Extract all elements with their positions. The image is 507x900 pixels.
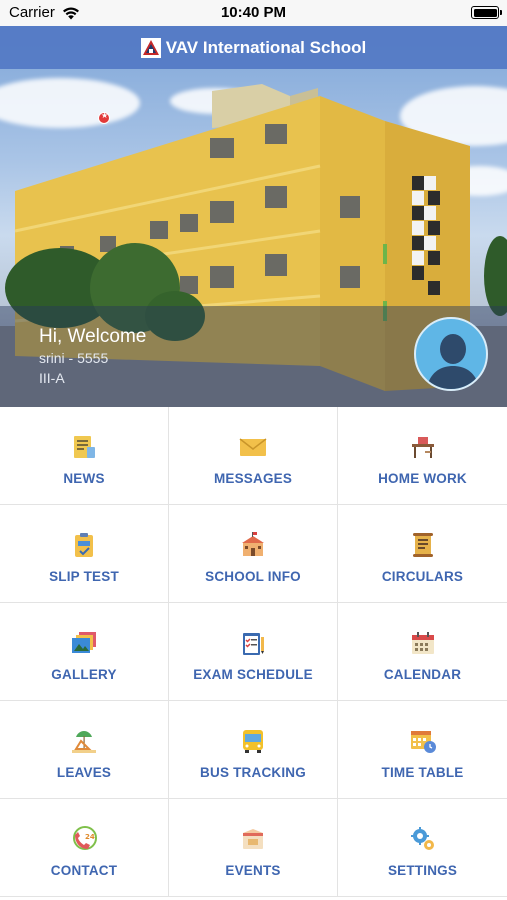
menu-label: CONTACT bbox=[50, 863, 118, 878]
battery-icon bbox=[471, 6, 502, 19]
menu-circulars[interactable]: CIRCULARS bbox=[338, 505, 507, 603]
status-bar: Carrier 10:40 PM bbox=[0, 0, 507, 26]
calendar-icon bbox=[411, 632, 434, 654]
menu-label: NEWS bbox=[63, 471, 105, 486]
student-class: III-A bbox=[39, 370, 65, 386]
menu-label: SLIP TEST bbox=[49, 569, 119, 584]
avatar[interactable] bbox=[414, 317, 488, 391]
menu-settings[interactable]: SETTINGS bbox=[338, 799, 507, 897]
menu-label: CIRCULARS bbox=[381, 569, 464, 584]
school-building-icon bbox=[242, 532, 264, 556]
app-header: VAV International School bbox=[0, 26, 507, 69]
menu-label: HOME WORK bbox=[378, 471, 467, 486]
calendar-event-icon bbox=[243, 829, 263, 849]
menu-messages[interactable]: MESSAGES bbox=[169, 407, 338, 505]
menu-contact[interactable]: 24 CONTACT bbox=[0, 799, 169, 897]
menu-label: LEAVES bbox=[56, 765, 112, 780]
menu-leaves[interactable]: LEAVES bbox=[0, 701, 169, 799]
menu-gallery[interactable]: GALLERY bbox=[0, 603, 169, 701]
phone-24-icon: 24 bbox=[73, 826, 97, 850]
app-title: VAV International School bbox=[165, 37, 367, 57]
checklist-icon bbox=[243, 633, 264, 655]
menu-slip-test[interactable]: SLIP TEST bbox=[0, 505, 169, 603]
timetable-clock-icon bbox=[410, 731, 436, 753]
scroll-icon bbox=[412, 533, 433, 557]
menu-grid: NEWS MESSAGES HOME WORK SLIP TEST SCHOOL… bbox=[0, 407, 507, 897]
envelope-icon bbox=[239, 438, 267, 456]
menu-news[interactable]: NEWS bbox=[0, 407, 169, 505]
notification-badge bbox=[98, 111, 110, 124]
news-icon bbox=[74, 436, 95, 458]
student-id: srini - 5555 bbox=[39, 350, 109, 366]
menu-calendar[interactable]: CALENDAR bbox=[338, 603, 507, 701]
menu-school-info[interactable]: SCHOOL INFO bbox=[169, 505, 338, 603]
menu-label: SCHOOL INFO bbox=[205, 569, 301, 584]
welcome-greeting: Hi, Welcome bbox=[39, 326, 147, 347]
menu-label: TIME TABLE bbox=[381, 765, 464, 780]
menu-home-work[interactable]: HOME WORK bbox=[338, 407, 507, 505]
menu-label: EXAM SCHEDULE bbox=[193, 667, 313, 682]
bus-icon bbox=[243, 730, 263, 753]
menu-label: BUS TRACKING bbox=[200, 765, 306, 780]
beach-chair-icon bbox=[72, 731, 96, 753]
menu-label: CALENDAR bbox=[383, 667, 462, 682]
clipboard-pass-icon bbox=[75, 533, 93, 557]
menu-time-table[interactable]: TIME TABLE bbox=[338, 701, 507, 799]
gears-icon bbox=[410, 827, 434, 850]
menu-events[interactable]: EVENTS bbox=[169, 799, 338, 897]
school-logo bbox=[140, 37, 161, 58]
desk-icon bbox=[411, 437, 434, 458]
menu-label: SETTINGS bbox=[387, 863, 458, 878]
menu-bus-tracking[interactable]: BUS TRACKING bbox=[169, 701, 338, 799]
svg-text:24: 24 bbox=[85, 833, 95, 841]
menu-label: GALLERY bbox=[51, 667, 117, 682]
menu-label: MESSAGES bbox=[213, 471, 293, 486]
clock-time: 10:40 PM bbox=[220, 4, 287, 21]
photos-icon bbox=[72, 632, 96, 653]
menu-exam-schedule[interactable]: EXAM SCHEDULE bbox=[169, 603, 338, 701]
menu-label: EVENTS bbox=[225, 863, 281, 878]
